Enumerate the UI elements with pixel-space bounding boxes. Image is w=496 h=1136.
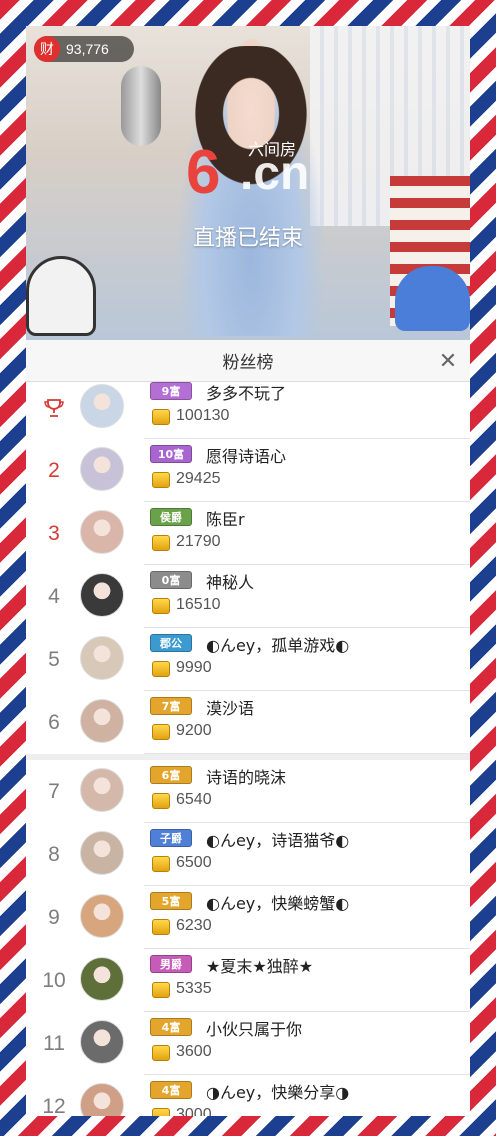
avatar[interactable] xyxy=(80,957,124,1001)
avatar[interactable] xyxy=(80,636,124,680)
level-badge: 6富 xyxy=(150,766,192,784)
logo-six: 6 xyxy=(186,138,221,207)
level-badge: 侯爵 xyxy=(150,508,192,526)
wealth-value: 93,776 xyxy=(66,41,109,57)
fan-score: 3000 xyxy=(176,1106,212,1116)
level-badge: 10富 xyxy=(150,445,192,463)
plush-toy-right xyxy=(395,266,470,331)
video-player[interactable]: 财 93,776 6 六间房 .cn 直播已结束 xyxy=(26,26,470,340)
fan-row[interactable]: 2 10富 愿得诗语心 29425 xyxy=(26,439,470,502)
coin-icon xyxy=(152,856,170,872)
coin-icon xyxy=(152,919,170,935)
fan-row[interactable]: 9富 多多不玩了 100130 xyxy=(26,376,470,439)
level-badge: 子爵 xyxy=(150,829,192,847)
fan-nickname: 多多不玩了 xyxy=(206,384,287,403)
avatar[interactable] xyxy=(80,1020,124,1064)
level-badge: 郡公 xyxy=(150,634,192,652)
fan-nickname: 愿得诗语心 xyxy=(206,447,287,466)
coin-icon xyxy=(152,1108,170,1116)
rank-number: 9 xyxy=(48,905,60,929)
level-badge: 男爵 xyxy=(150,955,192,973)
avatar[interactable] xyxy=(80,1083,124,1116)
fan-score: 100130 xyxy=(176,407,230,424)
coin-icon xyxy=(152,1045,170,1061)
panel-title: 粉丝榜 xyxy=(222,353,274,373)
fan-score: 29425 xyxy=(176,470,221,487)
fan-nickname: 漠沙语 xyxy=(206,699,255,718)
fan-nickname: 小伙只属于你 xyxy=(206,1020,303,1039)
coin-icon xyxy=(152,535,170,551)
avatar[interactable] xyxy=(80,573,124,617)
wealth-badge[interactable]: 财 93,776 xyxy=(34,36,134,62)
level-badge: 5富 xyxy=(150,892,192,910)
rank-number: 8 xyxy=(48,842,60,866)
fan-nickname: 神秘人 xyxy=(206,573,255,592)
avatar[interactable] xyxy=(80,768,124,812)
logo-cn: .cn xyxy=(240,147,310,200)
coin-icon xyxy=(152,724,170,740)
fan-score: 16510 xyxy=(176,596,221,613)
wealth-icon: 财 xyxy=(34,36,60,62)
level-badge: 9富 xyxy=(150,382,192,400)
fan-nickname: ◑んey，快樂分享◑ xyxy=(206,1083,350,1102)
fan-row[interactable]: 11 4富 小伙只属于你 3600 xyxy=(26,1012,470,1075)
trophy-icon xyxy=(26,376,82,439)
fan-nickname: 诗语的晓沫 xyxy=(206,768,287,787)
fan-score: 3600 xyxy=(176,1043,212,1060)
fan-nickname: ◐んey，孤单游戏◐ xyxy=(206,636,350,655)
rank-number: 11 xyxy=(43,1031,65,1055)
fan-row[interactable]: 9 5富 ◐んey，快樂螃蟹◐ 6230 xyxy=(26,886,470,949)
close-icon[interactable]: ✕ xyxy=(436,349,460,374)
coin-icon xyxy=(152,409,170,425)
rank-number: 6 xyxy=(48,710,60,734)
fan-score: 5335 xyxy=(176,980,212,997)
rank-number: 4 xyxy=(48,584,60,608)
level-badge: 4富 xyxy=(150,1018,192,1036)
fan-row[interactable]: 10 男爵 ★夏末★独醉★ 5335 xyxy=(26,949,470,1012)
microphone xyxy=(121,66,161,146)
rank-number: 12 xyxy=(42,1094,66,1117)
rank-number: 7 xyxy=(48,779,60,803)
fan-row[interactable]: 3 侯爵 陈臣r 21790 xyxy=(26,502,470,565)
fan-row[interactable]: 8 子爵 ◐んey，诗语猫爷◐ 6500 xyxy=(26,823,470,886)
fan-nickname: ◐んey，快樂螃蟹◐ xyxy=(206,894,350,913)
fan-row[interactable]: 4 0富 神秘人 16510 xyxy=(26,565,470,628)
screen-frame: 财 93,776 6 六间房 .cn 直播已结束 粉丝榜 ✕ 9富 多多不玩了 10… xyxy=(26,26,470,1116)
fan-score: 6230 xyxy=(176,917,212,934)
coin-icon xyxy=(152,598,170,614)
section-gap xyxy=(26,754,470,760)
coin-icon xyxy=(152,982,170,998)
rank-number: 2 xyxy=(48,458,60,482)
avatar[interactable] xyxy=(80,510,124,554)
rank-number: 5 xyxy=(48,647,60,671)
avatar[interactable] xyxy=(80,699,124,743)
coin-icon xyxy=(152,661,170,677)
fan-score: 6500 xyxy=(176,854,212,871)
rank-number: 10 xyxy=(42,968,66,992)
fan-score: 6540 xyxy=(176,791,212,808)
avatar[interactable] xyxy=(80,447,124,491)
avatar[interactable] xyxy=(80,894,124,938)
avatar[interactable] xyxy=(80,384,124,428)
fan-nickname: ★夏末★独醉★ xyxy=(206,957,314,976)
fan-row[interactable]: 12 4富 ◑んey，快樂分享◑ 3000 xyxy=(26,1075,470,1116)
rank-number: 3 xyxy=(48,521,60,545)
fan-row[interactable]: 5 郡公 ◐んey，孤单游戏◐ 9990 xyxy=(26,628,470,691)
level-badge: 4富 xyxy=(150,1081,192,1099)
fan-row[interactable]: 6 7富 漠沙语 9200 xyxy=(26,691,470,754)
fan-nickname: 陈臣r xyxy=(206,510,245,529)
fan-row[interactable]: 7 6富 诗语的晓沫 6540 xyxy=(26,760,470,823)
fan-nickname: ◐んey，诗语猫爷◐ xyxy=(206,831,350,850)
level-badge: 0富 xyxy=(150,571,192,589)
plush-toy-left xyxy=(26,256,96,336)
coin-icon xyxy=(152,472,170,488)
site-logo: 6 六间房 .cn xyxy=(176,138,336,208)
coin-icon xyxy=(152,793,170,809)
level-badge: 7富 xyxy=(150,697,192,715)
fan-score: 9200 xyxy=(176,722,212,739)
avatar[interactable] xyxy=(80,831,124,875)
fan-score: 21790 xyxy=(176,533,221,550)
fan-score: 9990 xyxy=(176,659,212,676)
stream-ended-text: 直播已结束 xyxy=(192,226,303,251)
